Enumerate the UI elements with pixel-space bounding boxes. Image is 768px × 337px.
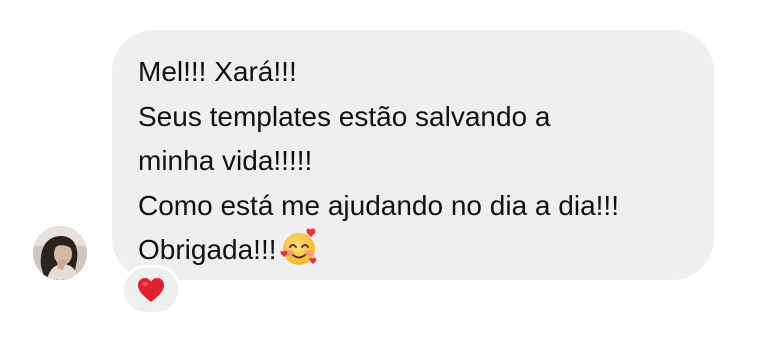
message-last-line: Obrigada!!!: [138, 228, 694, 273]
message-line: Seus templates estão salvando a: [138, 100, 551, 132]
avatar-photo: [33, 226, 87, 280]
message-line: minha vida!!!!!: [138, 145, 313, 176]
smiling-face-with-hearts-icon: [280, 228, 316, 265]
red-heart-icon: [138, 278, 164, 302]
message-line-text: Obrigada!!!: [138, 234, 277, 265]
avatar[interactable]: [33, 226, 87, 280]
message-bubble[interactable]: Mel!!! Xará!!! Seus templates estão salv…: [112, 30, 714, 280]
message-line: Como está me ajudando no dia a dia!!!: [138, 189, 619, 221]
message-line: Mel!!! Xará!!!: [138, 56, 297, 87]
reaction-badge[interactable]: [121, 265, 181, 315]
